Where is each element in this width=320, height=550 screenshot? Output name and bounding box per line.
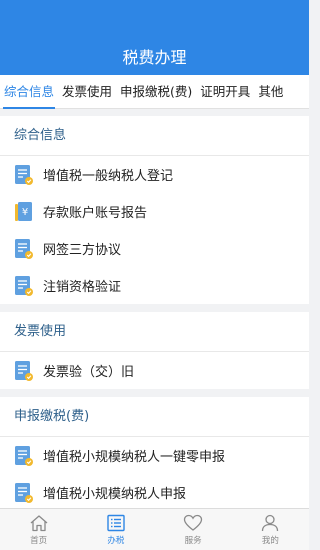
service-list: 综合信息 增值税一般纳税人登记 ¥ 存款账户账号报告 网签三方协议 注销资格验证… <box>0 116 309 508</box>
list-item-label: 增值税小规模纳税人申报 <box>43 487 187 502</box>
tab-other[interactable]: 其他 <box>254 75 287 109</box>
svg-text:¥: ¥ <box>22 207 28 218</box>
section-declaration-payment: 申报缴税(费) 增值税小规模纳税人一键零申报 增值税小规模纳税人申报 <box>0 397 309 508</box>
document-icon <box>14 275 34 297</box>
nav-service[interactable]: 服务 <box>155 509 232 550</box>
nav-home[interactable]: 首页 <box>0 509 77 550</box>
list-item[interactable]: 增值税小规模纳税人一键零申报 <box>0 437 309 474</box>
home-icon <box>30 514 48 531</box>
section-title: 综合信息 <box>0 116 309 156</box>
document-icon <box>14 445 34 467</box>
list-item[interactable]: 注销资格验证 <box>0 267 309 304</box>
list-item-label: 注销资格验证 <box>43 280 122 295</box>
nav-mine[interactable]: 我的 <box>232 509 309 550</box>
document-icon <box>14 164 34 186</box>
nav-label: 我的 <box>261 535 279 546</box>
list-item[interactable]: ¥ 存款账户账号报告 <box>0 193 309 230</box>
section-invoice-usage: 发票使用 发票验（交）旧 <box>0 312 309 389</box>
section-title: 发票使用 <box>0 312 309 352</box>
tab-declaration-payment[interactable]: 申报缴税(费) <box>116 75 196 109</box>
list-item[interactable]: 增值税小规模纳税人申报 <box>0 474 309 508</box>
heart-icon <box>183 514 203 531</box>
list-item[interactable]: 发票验（交）旧 <box>0 352 309 389</box>
list-item[interactable]: 网签三方协议 <box>0 230 309 267</box>
tab-invoice-usage[interactable]: 发票使用 <box>58 75 116 109</box>
nav-label: 办税 <box>107 535 125 546</box>
user-icon <box>262 514 279 531</box>
list-item-label: 存款账户账号报告 <box>43 206 148 221</box>
section-title: 申报缴税(费) <box>0 397 309 437</box>
document-icon <box>14 482 34 504</box>
list-item-label: 网签三方协议 <box>43 243 122 258</box>
category-tabs: 综合信息 发票使用 申报缴税(费) 证明开具 其他 <box>0 75 309 109</box>
list-item-label: 增值税小规模纳税人一键零申报 <box>43 450 226 465</box>
list-item-label: 增值税一般纳税人登记 <box>43 169 174 184</box>
list-item[interactable]: 增值税一般纳税人登记 <box>0 156 309 193</box>
tab-certificate-issuance[interactable]: 证明开具 <box>196 75 254 109</box>
list-icon <box>107 514 125 531</box>
nav-tax-handling[interactable]: 办税 <box>77 509 154 550</box>
document-icon <box>14 238 34 260</box>
page-title: 税费办理 <box>122 48 187 67</box>
yuan-document-icon: ¥ <box>14 201 34 223</box>
nav-label: 服务 <box>184 535 202 546</box>
list-item-label: 发票验（交）旧 <box>43 365 135 380</box>
nav-label: 首页 <box>30 535 48 546</box>
bottom-navigation: 首页 办税 服务 我的 <box>0 508 309 550</box>
section-comprehensive-info: 综合信息 增值税一般纳税人登记 ¥ 存款账户账号报告 网签三方协议 注销资格验证 <box>0 116 309 304</box>
document-icon <box>14 360 34 382</box>
tab-comprehensive-info[interactable]: 综合信息 <box>0 75 58 109</box>
header-bar: 税费办理 <box>0 0 309 75</box>
